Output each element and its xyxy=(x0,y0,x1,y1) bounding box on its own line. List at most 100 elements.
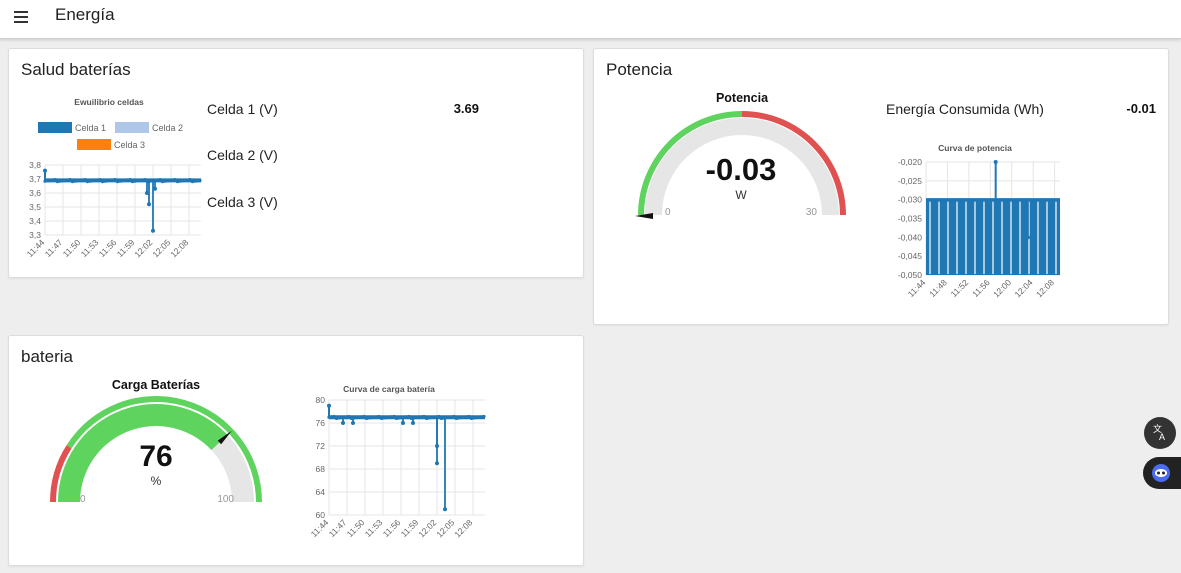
x-tick-label: 11:59 xyxy=(115,237,137,259)
y-tick-label: -0,045 xyxy=(898,251,922,261)
assistant-bot-icon xyxy=(1152,464,1170,482)
legend-swatch-celda-2[interactable] xyxy=(115,122,149,133)
y-tick-label: 3,4 xyxy=(29,216,41,226)
card-title: bateria xyxy=(21,347,73,366)
chart-title: Curva de carga batería xyxy=(343,384,435,394)
cell-balance-chart: Ewuilibrio celdas Celda 1 Celda 2 Celda … xyxy=(25,97,202,259)
data-point xyxy=(347,414,351,419)
data-point xyxy=(411,421,415,425)
y-tick-label: 68 xyxy=(316,464,326,474)
data-point xyxy=(401,421,405,425)
assistant-button[interactable] xyxy=(1143,457,1181,489)
x-tick-label: 12:05 xyxy=(434,517,456,539)
data-point xyxy=(43,168,47,173)
power-curve-chart: Curva de potencia -0,020 -0,025 -0,030 -0,0… xyxy=(898,143,1060,299)
legend-swatch-celda-3[interactable] xyxy=(77,139,111,150)
x-tick-label: 12:05 xyxy=(150,237,172,259)
data-point xyxy=(452,414,456,419)
gauge-min: 0 xyxy=(80,494,86,505)
x-tick-label: 11:50 xyxy=(61,237,83,259)
gauge-value: 76 xyxy=(139,440,172,473)
hamburger-menu-icon[interactable] xyxy=(14,10,32,24)
data-point xyxy=(392,414,396,419)
gauge-max: 100 xyxy=(217,494,234,505)
x-tick-label: 12:08 xyxy=(168,237,190,259)
energy-consumed-label: Energía Consumida (Wh) xyxy=(886,101,1044,117)
legend-swatch-celda-1[interactable] xyxy=(38,122,72,133)
x-tick-label: 12:08 xyxy=(452,517,474,539)
y-tick-label: 3,7 xyxy=(29,174,41,184)
y-tick-label: 3,8 xyxy=(29,160,41,170)
data-point xyxy=(332,414,336,419)
legend-label-celda-3[interactable]: Celda 3 xyxy=(114,140,145,150)
y-tick-label: 64 xyxy=(316,487,326,497)
y-tick-label: 3,5 xyxy=(29,202,41,212)
gauge-max: 30 xyxy=(806,207,818,218)
x-tick-label: 11:53 xyxy=(363,517,385,539)
data-point xyxy=(993,160,998,164)
x-tick-label: 12:02 xyxy=(416,517,438,539)
battery-charge-curve-chart: Curva de carga batería 80767268646011:44… xyxy=(309,384,486,539)
data-point xyxy=(83,178,87,182)
x-tick-label: 11:56 xyxy=(381,517,403,539)
data-point xyxy=(68,178,72,182)
card-title: Salud baterías xyxy=(21,60,131,79)
x-tick-label: 11:56 xyxy=(97,237,119,259)
y-tick-label: -0,030 xyxy=(898,195,922,205)
data-point xyxy=(435,461,439,466)
data-point xyxy=(482,414,486,419)
translate-icon: 文 A xyxy=(1153,423,1165,442)
x-tick-label: 12:02 xyxy=(132,237,154,259)
chart-legend: Celda 1 Celda 2 Celda 3 xyxy=(38,122,183,150)
y-tick-label: -0,035 xyxy=(898,214,922,224)
gauge-value: -0.03 xyxy=(706,152,777,187)
data-point xyxy=(467,414,471,419)
legend-label-celda-1[interactable]: Celda 1 xyxy=(75,123,106,133)
data-point xyxy=(147,202,151,207)
gauge-title: Potencia xyxy=(716,91,769,105)
y-tick-label: 72 xyxy=(316,441,326,451)
data-point xyxy=(158,178,162,182)
x-tick-label: 11:59 xyxy=(399,517,421,539)
data-point xyxy=(362,414,366,419)
data-point xyxy=(435,444,439,448)
data-point xyxy=(443,507,447,512)
legend-label-celda-2[interactable]: Celda 2 xyxy=(152,123,183,133)
app-header: Energía xyxy=(0,0,1181,39)
x-tick-label: 11:48 xyxy=(927,277,949,299)
x-tick-label: 12:00 xyxy=(991,277,1013,299)
data-point xyxy=(98,178,102,182)
chart-title: Curva de potencia xyxy=(938,143,1012,153)
x-tick-label: 11:44 xyxy=(906,277,928,299)
gauge-title: Carga Baterías xyxy=(112,378,200,392)
data-point xyxy=(377,414,381,419)
cell-1-value: 3.69 xyxy=(453,101,479,116)
card-title: Potencia xyxy=(606,60,673,79)
data-point xyxy=(327,403,331,408)
power-gauge: Potencia -0.03 W 0 30 xyxy=(635,91,846,219)
data-point xyxy=(188,178,192,182)
y-tick-label: 3,6 xyxy=(29,188,41,198)
x-tick-label: 11:56 xyxy=(970,277,992,299)
data-point xyxy=(53,178,57,182)
x-tick-label: 11:52 xyxy=(949,277,971,299)
x-tick-label: 11:53 xyxy=(79,237,101,259)
translate-button[interactable]: 文 A xyxy=(1144,417,1176,449)
y-tick-label: 76 xyxy=(316,418,326,428)
y-tick-label: 80 xyxy=(316,395,326,405)
battery-card: bateria Carga Baterías 76 % 0 100 Curva … xyxy=(8,335,584,566)
data-point xyxy=(153,186,157,191)
cell-1-label: Celda 1 (V) xyxy=(207,101,278,117)
data-point xyxy=(422,414,426,419)
y-tick-label: -0,040 xyxy=(898,232,922,242)
data-point xyxy=(173,178,177,182)
chart-title: Ewuilibrio celdas xyxy=(74,97,144,107)
x-tick-label: 11:50 xyxy=(345,517,367,539)
x-tick-label: 11:44 xyxy=(309,517,331,539)
x-tick-label: 11:44 xyxy=(25,237,47,259)
energy-consumed-value: -0.01 xyxy=(1126,101,1156,116)
svg-text:A: A xyxy=(1159,432,1165,442)
x-tick-label: 12:04 xyxy=(1012,277,1034,299)
battery-health-card: Salud baterías Ewuilibrio celdas Celda 1… xyxy=(8,48,584,278)
data-point xyxy=(113,178,117,182)
